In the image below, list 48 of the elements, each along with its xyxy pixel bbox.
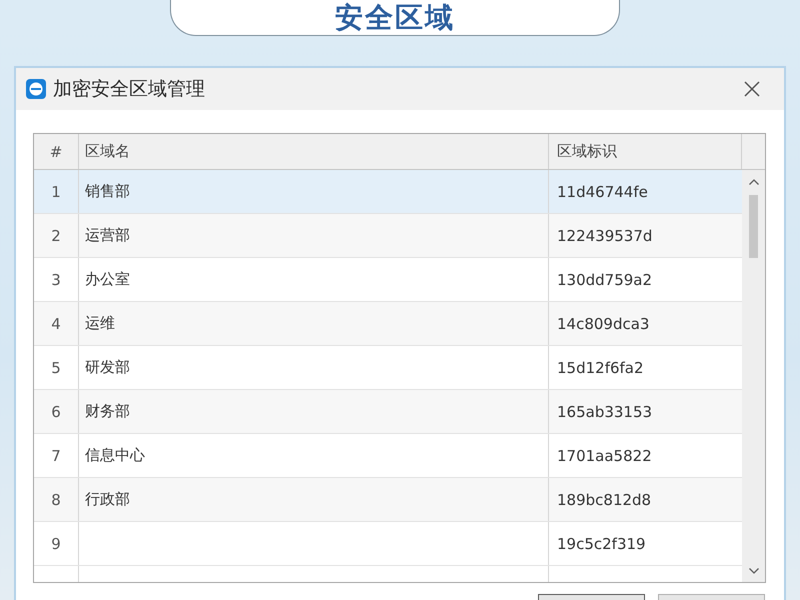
scrollbar[interactable] bbox=[742, 170, 765, 582]
row-number: 9 bbox=[34, 522, 79, 565]
row-number: 3 bbox=[34, 258, 79, 301]
table-cell-text: 122439537d bbox=[556, 226, 654, 246]
table-cell: 运维 bbox=[79, 302, 549, 345]
row-number: 5 bbox=[34, 346, 79, 389]
scroll-down-icon[interactable] bbox=[748, 568, 758, 574]
table-cell: 财务部 bbox=[79, 390, 549, 433]
table-row[interactable]: 3 办公室 130dd759a2 bbox=[34, 258, 742, 302]
row-number: 1 bbox=[34, 170, 79, 213]
table-row[interactable]: 9 19c5c2f319 bbox=[34, 522, 742, 566]
banner-title: 安全区域 bbox=[335, 2, 455, 34]
table-cell-text: 15d12f6fa2 bbox=[556, 358, 645, 378]
table-row[interactable]: 8 行政部 189bc812d8 bbox=[34, 478, 742, 522]
row-number: 4 bbox=[34, 302, 79, 345]
table-cell-text: 14c809dca3 bbox=[556, 314, 650, 334]
scroll-up-icon[interactable] bbox=[748, 179, 758, 185]
table-cell: 办公室 bbox=[79, 258, 549, 301]
column-header[interactable]: 区域名 bbox=[79, 134, 549, 169]
table-row[interactable]: 2 运营部 122439537d bbox=[34, 214, 742, 258]
table-cell: 运营部 bbox=[79, 214, 549, 257]
row-number: 8 bbox=[34, 478, 79, 521]
table-row[interactable]: 7 信息中心 1701aa5822 bbox=[34, 434, 742, 478]
window-title: 加密安全区域管理 bbox=[53, 77, 206, 102]
table-cell: 行政部 bbox=[79, 478, 549, 521]
row-number: 6 bbox=[34, 390, 79, 433]
table-cell-text: 11d46744fe bbox=[556, 182, 649, 202]
close-icon bbox=[744, 81, 760, 97]
table-cell: 信息中心 bbox=[79, 434, 549, 477]
table-row[interactable]: 1 销售部 11d46744fe bbox=[34, 170, 742, 214]
table-cell-text: 189bc812d8 bbox=[556, 490, 652, 510]
row-number: 2 bbox=[34, 214, 79, 257]
table-row[interactable]: 4 运维 14c809dca3 bbox=[34, 302, 742, 346]
table-cell: 研发部 bbox=[79, 346, 549, 389]
app-icon bbox=[26, 79, 46, 99]
close-button[interactable] bbox=[744, 81, 760, 97]
table-cell-text: 1701aa5822 bbox=[556, 446, 653, 466]
table-cell: 销售部 bbox=[79, 170, 549, 213]
table-cell-text: 165ab33153 bbox=[556, 402, 654, 422]
row-number: 7 bbox=[34, 434, 79, 477]
scroll-thumb[interactable] bbox=[749, 195, 758, 258]
dialog-button[interactable] bbox=[538, 594, 645, 600]
column-header[interactable]: # bbox=[34, 134, 79, 169]
table-row[interactable]: 5 研发部 15d12f6fa2 bbox=[34, 346, 742, 390]
table-cell-text: 130dd759a2 bbox=[556, 270, 654, 290]
table-cell-text: 19c5c2f319 bbox=[556, 534, 647, 554]
table-row[interactable]: 6 财务部 165ab33153 bbox=[34, 390, 742, 434]
column-header[interactable]: 区域标识 bbox=[549, 134, 742, 169]
